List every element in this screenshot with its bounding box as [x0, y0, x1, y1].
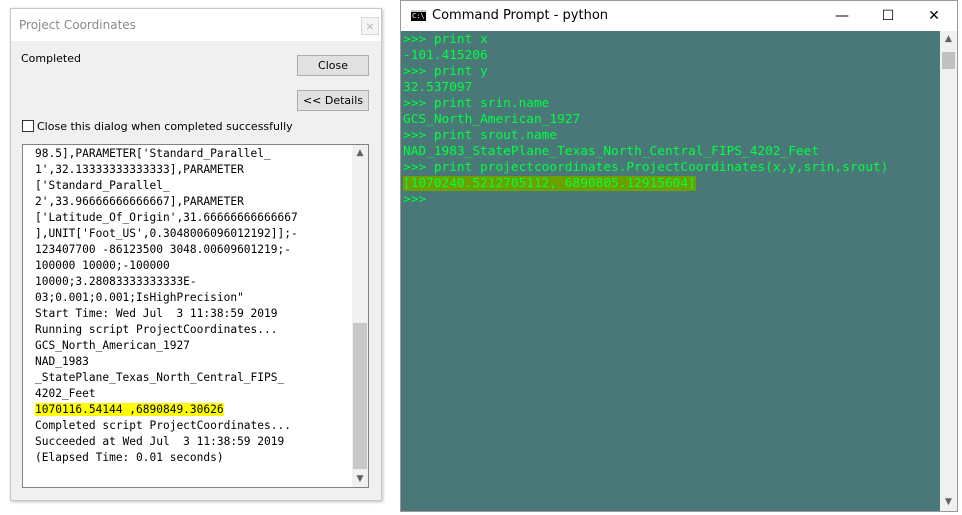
log-line-text: 2',33.96666666666667],PARAMETER [35, 195, 244, 208]
console-lines: >>> print x -101.415206 >>> print y 32.5370… [403, 32, 888, 208]
console-line-text: NAD_1983_StatePlane_Texas_North_Central_… [403, 144, 820, 159]
checkbox-label: Close this dialog when completed success… [37, 120, 293, 133]
console-line: -101.415206 [403, 48, 888, 64]
log-line: 4202_Feet [35, 386, 298, 402]
minimize-icon[interactable]: — [819, 1, 865, 31]
console-icon: C:\ [411, 10, 426, 21]
log-line-text: Completed script ProjectCoordinates... [35, 419, 291, 432]
log-line: ['Latitude_Of_Origin',31.66666666666667 [35, 210, 298, 226]
log-line: Running script ProjectCoordinates... [35, 322, 298, 338]
status-text: Completed [21, 52, 81, 65]
messages-log[interactable]: 98.5],PARAMETER['Standard_Parallel_ 1',32… [22, 144, 369, 488]
close-when-completed-checkbox[interactable] [22, 120, 34, 132]
log-line: 03;0.001;0.001;IsHighPrecision" [35, 290, 298, 306]
log-line: GCS_North_American_1927 [35, 338, 298, 354]
log-lines: 98.5],PARAMETER['Standard_Parallel_ 1',32… [35, 146, 298, 466]
console-title: Command Prompt - python [432, 8, 609, 23]
scroll-down-icon[interactable]: ▼ [352, 471, 368, 487]
log-line-text: 100000 10000;-100000 [35, 259, 170, 272]
log-line-text: _StatePlane_Texas_North_Central_FIPS_ [35, 371, 285, 384]
log-line-text: Running script ProjectCoordinates... [35, 323, 278, 336]
scroll-thumb[interactable] [353, 323, 367, 469]
console-line-text: 32.537097 [403, 80, 473, 95]
log-line: 100000 10000;-100000 [35, 258, 298, 274]
console-line-text: >>> print y [403, 64, 488, 79]
close-button[interactable]: Close [297, 55, 369, 76]
log-line-text: 123407700 -86123500 3048.00609601219;- [35, 243, 291, 256]
scroll-down-icon[interactable]: ▼ [940, 494, 957, 511]
console-line-text: >>> print x [403, 32, 488, 47]
console-line-text: -101.415206 [403, 48, 488, 63]
console-line: GCS_North_American_1927 [403, 112, 888, 128]
log-line: 98.5],PARAMETER['Standard_Parallel_ [35, 146, 298, 162]
log-line: 123407700 -86123500 3048.00609601219;- [35, 242, 298, 258]
log-line-text: 4202_Feet [35, 387, 96, 400]
log-line-text: ['Standard_Parallel_ [35, 179, 170, 192]
log-line-text: 98.5],PARAMETER['Standard_Parallel_ [35, 147, 271, 160]
console-output[interactable]: >>> print x -101.415206 >>> print y 32.5370… [401, 31, 940, 511]
log-line-text: 10000;3.28083333333333E- [35, 275, 197, 288]
log-line: ],UNIT['Foot_US',0.3048006096012192]];- [35, 226, 298, 242]
log-line-text: Start Time: Wed Jul 3 11:38:59 2019 [35, 307, 278, 320]
console-line-text: [1070240.5212705112, 6890805.12915604] [403, 176, 696, 191]
log-line: _StatePlane_Texas_North_Central_FIPS_ [35, 370, 298, 386]
console-line: >>> print y [403, 64, 888, 80]
project-coordinates-dialog: Project Coordinates × Completed Close <<… [10, 8, 382, 501]
console-line: NAD_1983_StatePlane_Texas_North_Central_… [403, 144, 888, 160]
scroll-up-icon[interactable]: ▲ [352, 145, 368, 161]
log-line-text: GCS_North_American_1927 [35, 339, 190, 352]
log-line: Succeeded at Wed Jul 3 11:38:59 2019 [35, 434, 298, 450]
console-line-text: >>> print srin.name [403, 96, 550, 111]
console-line-text: >>> [403, 192, 427, 207]
log-line: ['Standard_Parallel_ [35, 178, 298, 194]
log-line-text: ],UNIT['Foot_US',0.3048006096012192]];- [35, 227, 298, 240]
console-line: >>> print srout.name [403, 128, 888, 144]
console-line: >>> [403, 192, 888, 208]
log-scrollbar[interactable]: ▲ ▼ [352, 145, 368, 487]
dialog-close-icon[interactable]: × [361, 17, 379, 35]
dialog-titlebar[interactable]: Project Coordinates × [11, 9, 381, 41]
dialog-title: Project Coordinates [19, 18, 136, 32]
console-line: 32.537097 [403, 80, 888, 96]
scroll-thumb[interactable] [942, 52, 955, 69]
console-line: >>> print x [403, 32, 888, 48]
console-line: >>> print projectcoordinates.ProjectCoor… [403, 160, 888, 176]
log-line: Completed script ProjectCoordinates... [35, 418, 298, 434]
scroll-up-icon[interactable]: ▲ [940, 31, 957, 48]
log-line-text: ['Latitude_Of_Origin',31.66666666666667 [35, 211, 298, 224]
console-titlebar[interactable]: C:\ Command Prompt - python — ☐ ✕ [401, 1, 957, 31]
details-button[interactable]: << Details [297, 90, 369, 111]
log-line-text: 03;0.001;0.001;IsHighPrecision" [35, 291, 244, 304]
console-line-text: >>> print projectcoordinates.ProjectCoor… [403, 160, 889, 175]
log-line-text: 1070116.54144 ,6890849.30626 [35, 403, 224, 416]
console-line: [1070240.5212705112, 6890805.12915604] [403, 176, 888, 192]
console-line-text: >>> print srout.name [403, 128, 558, 143]
console-line: >>> print srin.name [403, 96, 888, 112]
log-line-text: NAD_1983 [35, 355, 89, 368]
console-line-text: GCS_North_American_1927 [403, 112, 581, 127]
log-line-text: 1',32.13333333333333],PARAMETER [35, 163, 244, 176]
command-prompt-window: C:\ Command Prompt - python — ☐ ✕ >>> pr… [400, 0, 958, 512]
console-scrollbar[interactable]: ▲ ▼ [940, 31, 957, 511]
close-icon[interactable]: ✕ [911, 1, 957, 31]
maximize-icon[interactable]: ☐ [865, 1, 911, 31]
close-when-completed-option[interactable]: Close this dialog when completed success… [22, 120, 293, 133]
log-line: Start Time: Wed Jul 3 11:38:59 2019 [35, 306, 298, 322]
log-line: 1070116.54144 ,6890849.30626 [35, 402, 298, 418]
log-line: NAD_1983 [35, 354, 298, 370]
log-line: (Elapsed Time: 0.01 seconds) [35, 450, 298, 466]
log-line: 10000;3.28083333333333E- [35, 274, 298, 290]
log-line: 1',32.13333333333333],PARAMETER [35, 162, 298, 178]
log-line: 2',33.96666666666667],PARAMETER [35, 194, 298, 210]
log-line-text: Succeeded at Wed Jul 3 11:38:59 2019 [35, 435, 285, 448]
log-line-text: (Elapsed Time: 0.01 seconds) [35, 451, 224, 464]
